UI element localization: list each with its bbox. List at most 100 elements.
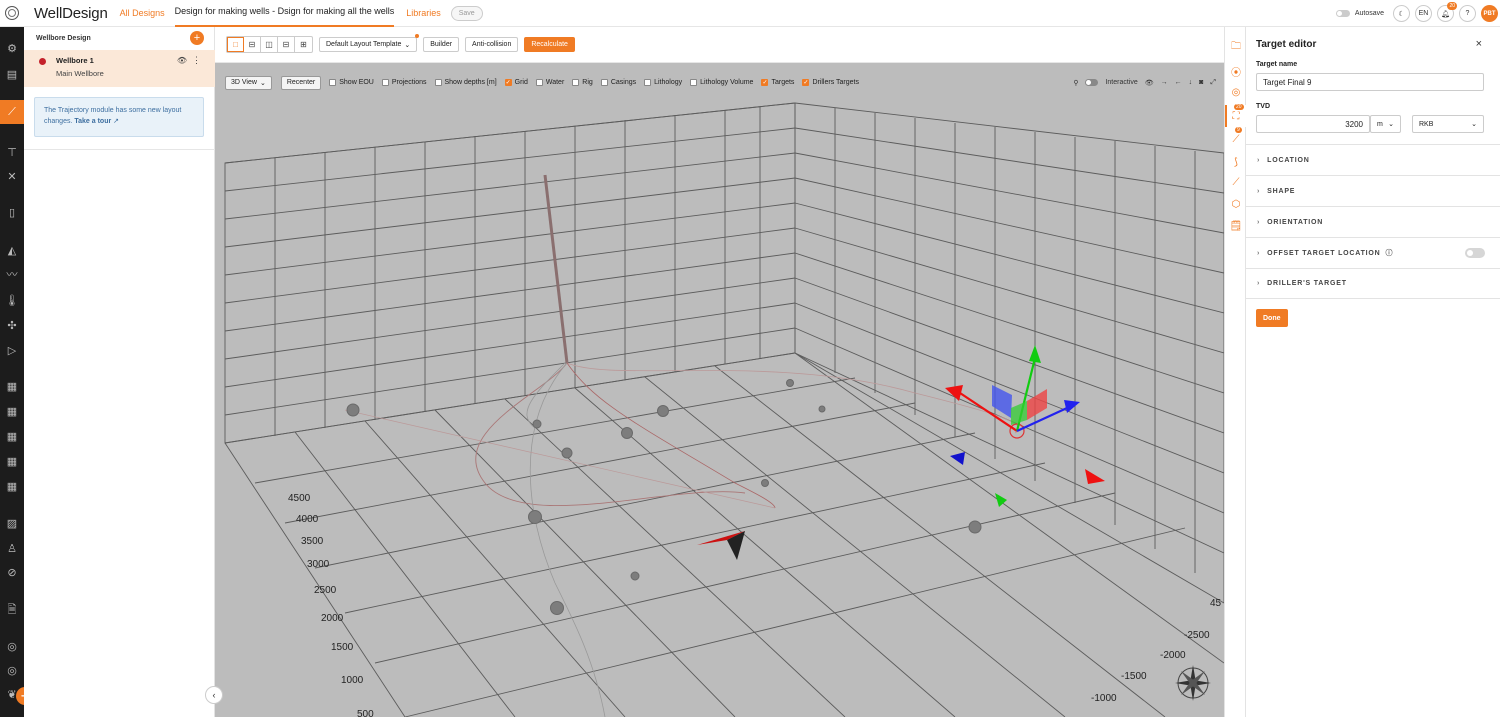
target-sphere[interactable] bbox=[968, 520, 982, 534]
target-icon[interactable]: ◎ bbox=[1229, 85, 1243, 99]
layout-three-button[interactable]: ⊟ bbox=[278, 37, 295, 52]
module-icon-3[interactable]: ▦ bbox=[5, 429, 19, 443]
transform-gizmo[interactable] bbox=[945, 345, 1105, 507]
module-icon-5[interactable]: ▦ bbox=[5, 479, 19, 493]
tvd-input[interactable]: 3200 bbox=[1256, 115, 1370, 133]
projections-checkbox[interactable]: Projections bbox=[381, 79, 427, 86]
notifications-button[interactable]: 🔔︎ 20 bbox=[1437, 2, 1457, 22]
take-tour-link[interactable]: Take a tour bbox=[74, 118, 111, 125]
target-sphere[interactable] bbox=[657, 405, 669, 417]
target-sphere[interactable] bbox=[346, 403, 360, 417]
layout-vertical-split-button[interactable]: ◫ bbox=[261, 37, 278, 52]
globe-icon-2[interactable]: ◎ bbox=[5, 663, 19, 677]
trend-icon[interactable]: 〰 bbox=[5, 267, 19, 281]
avatar[interactable]: PBT bbox=[1481, 5, 1498, 22]
location-pin-icon[interactable]: ⦿ bbox=[1229, 64, 1243, 79]
show-depths-checkbox[interactable]: Show depths [m] bbox=[434, 79, 497, 86]
builder-button[interactable]: Builder bbox=[423, 37, 460, 52]
target-sphere[interactable] bbox=[528, 510, 542, 524]
done-button[interactable]: Done bbox=[1256, 309, 1288, 327]
tvd-unit-select[interactable]: m ⌄ bbox=[1370, 115, 1401, 133]
target-sphere[interactable] bbox=[818, 405, 826, 413]
target-name-input[interactable]: Target Final 9 bbox=[1256, 73, 1484, 91]
target-sphere[interactable] bbox=[550, 601, 564, 615]
search-icon[interactable]: ⚲ bbox=[1073, 79, 1078, 87]
fullscreen-icon[interactable]: ⤢ bbox=[1210, 79, 1216, 87]
target-sphere[interactable] bbox=[761, 479, 769, 487]
water-checkbox[interactable]: Water bbox=[535, 79, 564, 86]
module-icon-2[interactable]: ▦ bbox=[5, 404, 19, 418]
orientation-section[interactable]: › ORIENTATION bbox=[1246, 206, 1500, 237]
camera-icon[interactable]: ◙ bbox=[1199, 79, 1203, 86]
drillers-targets-checkbox[interactable]: ✓ Drillers Targets bbox=[802, 79, 859, 86]
lithology-volume-checkbox[interactable]: Lithology Volume bbox=[690, 79, 753, 86]
location-section[interactable]: › LOCATION bbox=[1246, 144, 1500, 175]
info-icon[interactable]: ⓘ bbox=[1386, 248, 1394, 258]
trajectory-icon[interactable]: ⟋ bbox=[5, 105, 19, 119]
ban-icon[interactable]: ⊘ bbox=[5, 565, 19, 579]
layout-grid-button[interactable]: ⊞ bbox=[295, 37, 312, 52]
add-wellbore-button[interactable]: + bbox=[190, 31, 204, 45]
arrow-right-icon[interactable]: → bbox=[1161, 79, 1168, 86]
arrow-down-icon[interactable]: ↓ bbox=[1189, 79, 1193, 86]
target-sphere[interactable] bbox=[630, 571, 640, 581]
layout-single-button[interactable]: □ bbox=[227, 37, 244, 52]
cube-icon[interactable]: ⬡ bbox=[1229, 197, 1243, 211]
help-button[interactable]: ? bbox=[1459, 5, 1476, 22]
collapse-panel-button[interactable]: ‹ bbox=[205, 686, 223, 704]
folder-icon[interactable]: 🗀︎ bbox=[1229, 40, 1243, 54]
target-sphere[interactable] bbox=[561, 447, 573, 459]
recalculate-button[interactable]: Recalculate bbox=[524, 37, 575, 52]
3d-viewport[interactable]: 3D View ⌄ Recenter Show EOU Projections … bbox=[215, 63, 1224, 717]
settings-icon[interactable]: ⚙ bbox=[5, 41, 19, 55]
casings-checkbox[interactable]: Casings bbox=[600, 79, 636, 86]
target-editor-icon[interactable]: ⛶ bbox=[1229, 109, 1243, 123]
layout-template-dropdown[interactable]: Default Layout Template ⌄ bbox=[319, 34, 420, 52]
grid-checkbox[interactable]: ✓ Grid bbox=[504, 79, 528, 86]
theme-toggle-button[interactable]: ☾ bbox=[1393, 5, 1410, 22]
network-icon[interactable]: ✣ bbox=[5, 318, 19, 332]
target-sphere[interactable] bbox=[621, 427, 633, 439]
eye-icon[interactable]: 👁︎ bbox=[177, 56, 187, 65]
thermometer-icon[interactable]: 🌡︎ bbox=[5, 293, 19, 307]
nav-current-design[interactable]: Design for making wells - Dsign for maki… bbox=[174, 0, 395, 27]
wellbore-list-item[interactable]: Wellbore 1 Main Wellbore 👁︎ ⋮ bbox=[24, 50, 215, 87]
more-menu-icon[interactable]: ⋮ bbox=[192, 55, 201, 66]
anti-collision-button[interactable]: Anti-collision bbox=[465, 37, 519, 52]
note-icon[interactable]: 🗒︎ bbox=[1229, 219, 1243, 233]
module-icon-4[interactable]: ▦ bbox=[5, 454, 19, 468]
shape-section[interactable]: › SHAPE bbox=[1246, 175, 1500, 206]
logo-icon[interactable] bbox=[0, 0, 24, 27]
hatch-icon[interactable]: ▨ bbox=[5, 516, 19, 530]
lithology-checkbox[interactable]: Lithology bbox=[644, 79, 682, 86]
interactive-toggle[interactable] bbox=[1085, 79, 1099, 86]
casing-icon[interactable]: ▯ bbox=[5, 205, 19, 219]
layers-icon[interactable]: ▤ bbox=[5, 67, 19, 81]
reference-select[interactable]: RKB ⌄ bbox=[1412, 115, 1484, 133]
targets-checkbox[interactable]: ✓ Targets bbox=[761, 79, 794, 86]
eye-icon[interactable]: 👁︎ bbox=[1145, 79, 1154, 87]
offset-target-toggle[interactable] bbox=[1465, 248, 1485, 258]
nav-all-designs-link[interactable]: All Designs bbox=[120, 8, 165, 18]
autosave-toggle[interactable] bbox=[1335, 10, 1350, 17]
line-chart-icon[interactable]: ⟋ bbox=[1229, 175, 1243, 189]
rig-checkbox[interactable]: Rig bbox=[572, 79, 593, 86]
save-button[interactable]: Save bbox=[450, 5, 483, 21]
document-icon[interactable]: 🗎︎ bbox=[5, 603, 19, 617]
recenter-button[interactable]: Recenter bbox=[280, 75, 322, 90]
offset-target-location-section[interactable]: › OFFSET TARGET LOCATION ⓘ bbox=[1246, 237, 1500, 268]
layout-horizontal-split-button[interactable]: ⊟ bbox=[244, 37, 261, 52]
curve-icon[interactable]: ⟆ bbox=[1229, 155, 1243, 169]
module-icon-1[interactable]: ▦ bbox=[5, 379, 19, 393]
drillers-target-section[interactable]: › DRILLER'S TARGET bbox=[1246, 268, 1500, 299]
arrow-left-icon[interactable]: ← bbox=[1175, 79, 1182, 86]
chart-icon[interactable]: ◭ bbox=[5, 243, 19, 257]
rig-icon[interactable]: ⊤ bbox=[5, 145, 19, 159]
person-icon[interactable]: ♙ bbox=[5, 541, 19, 555]
target-sphere[interactable] bbox=[786, 379, 794, 387]
view-mode-dropdown[interactable]: 3D View ⌄ bbox=[225, 75, 272, 90]
show-eou-checkbox[interactable]: Show EOU bbox=[329, 79, 374, 86]
3d-scene[interactable] bbox=[215, 63, 1224, 717]
target-sphere[interactable] bbox=[532, 419, 542, 429]
globe-icon[interactable]: ◎ bbox=[5, 639, 19, 653]
